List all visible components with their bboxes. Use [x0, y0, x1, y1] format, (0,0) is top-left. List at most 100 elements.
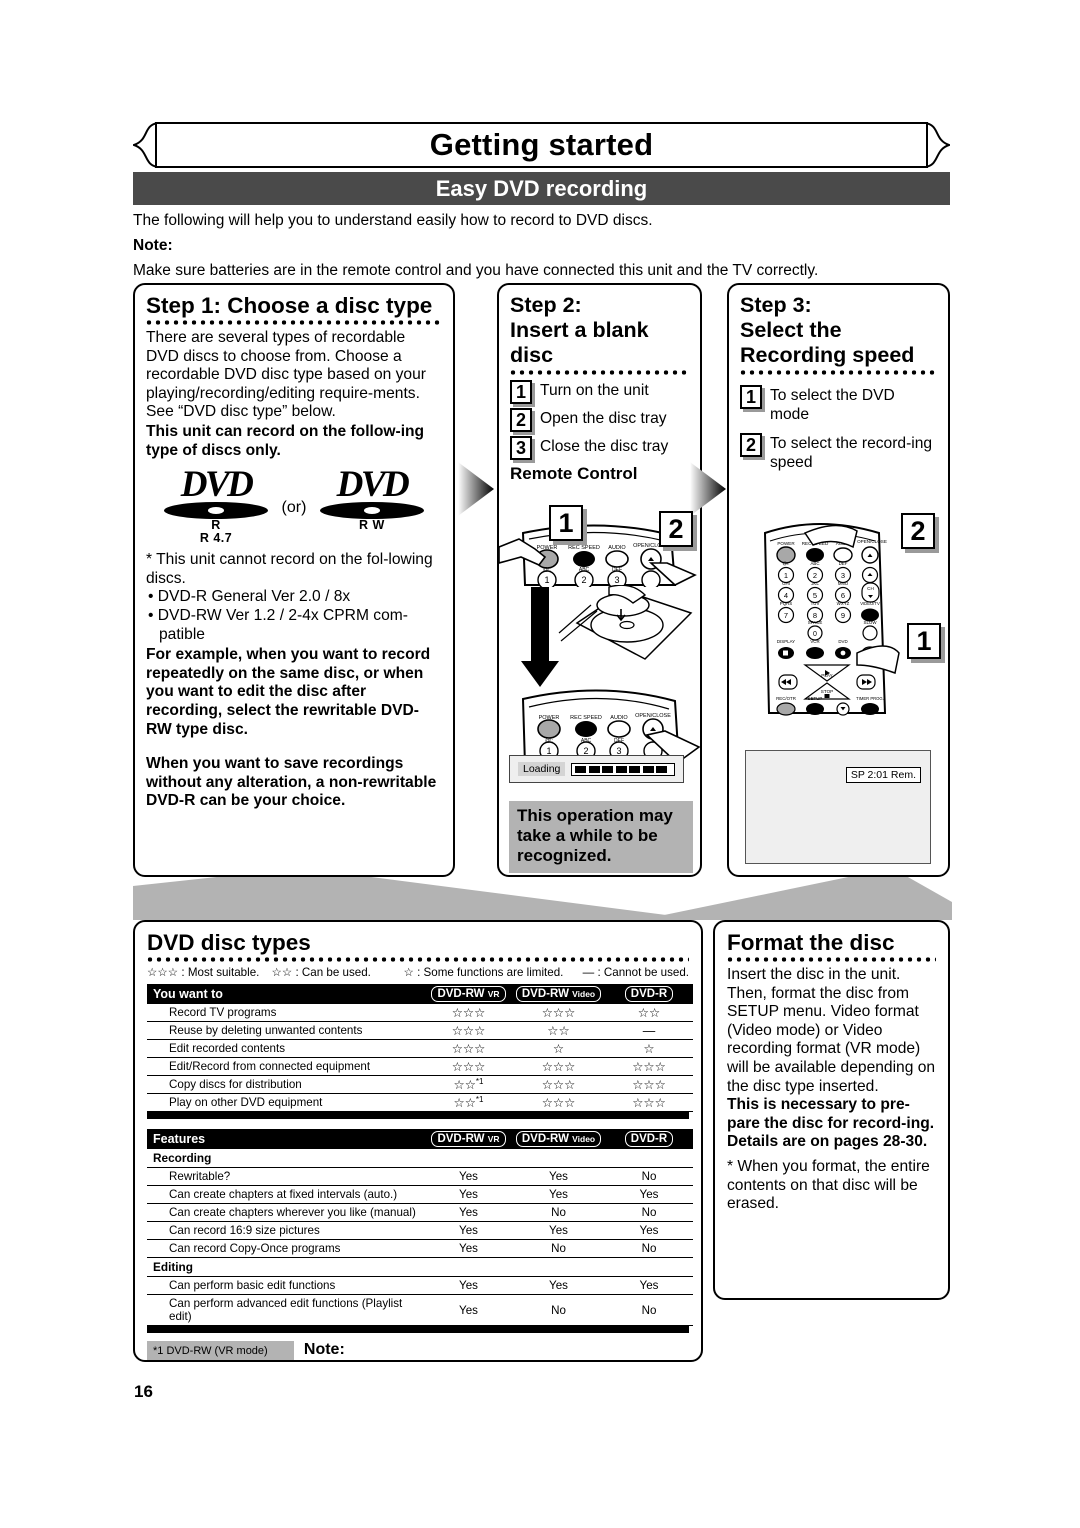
disc-badge-dvd-rw-vr: DVD-RW VR: [431, 986, 506, 1002]
value-cell: No: [641, 1242, 657, 1255]
disc-tray-illustration: [521, 585, 693, 687]
table-col-header-3: DVD-R: [605, 1129, 693, 1149]
row-label: Play on other DVD equipment: [169, 1096, 323, 1109]
svg-text:POWER: POWER: [537, 545, 558, 551]
rating-cell: —: [642, 1023, 656, 1038]
step-2-item-1: 1 Turn on the unit: [510, 380, 689, 404]
svg-text:AUDIO: AUDIO: [608, 545, 626, 551]
svg-text:1: 1: [784, 571, 788, 580]
footnote-area: *1 DVD-RW (VR mode) can only be played o…: [147, 1341, 689, 1360]
svg-text:DVD: DVD: [838, 639, 847, 644]
rating-cell: ☆☆☆: [541, 1006, 576, 1020]
intro-line: The following will help you to understan…: [133, 212, 653, 229]
note-text: For details of the above functions and i…: [304, 1359, 689, 1360]
table-col-header-1: DVD-RW VR: [425, 1129, 512, 1149]
dvd-r-logo-sub2: R 4.7: [199, 531, 233, 546]
table-row: Record TV programs ☆☆☆ ☆☆☆ ☆☆: [147, 1004, 693, 1022]
svg-text:SPACE: SPACE: [808, 620, 823, 625]
table-bottom-bar: [147, 1326, 689, 1333]
progress-segment: [602, 765, 614, 773]
svg-text:ABC: ABC: [581, 738, 592, 744]
loading-bar-row: Loading: [518, 762, 675, 776]
format-the-disc-box: Format the disc Insert the disc in the u…: [713, 920, 950, 1300]
table-row: Can perform basic edit functions Yes Yes…: [147, 1277, 693, 1295]
rating-cell: ☆☆☆: [541, 1078, 576, 1092]
table-row: Can record Copy-Once programs Yes No No: [147, 1240, 693, 1258]
progress-segment: [615, 765, 627, 773]
svg-text:8: 8: [813, 611, 817, 620]
svg-text:2: 2: [813, 571, 817, 580]
manual-page: Getting started Easy DVD recording The f…: [0, 0, 1080, 1528]
value-cell: Yes: [639, 1224, 659, 1237]
table-header-row: Features DVD-RW VR DVD-RW Video DVD-R: [147, 1129, 693, 1149]
table-row: Can record 16:9 size pictures Yes Yes Ye…: [147, 1222, 693, 1240]
svg-text:REC SPEED: REC SPEED: [568, 545, 600, 551]
svg-text:TUV: TUV: [811, 601, 820, 606]
features-table: Features DVD-RW VR DVD-RW Video DVD-R Re…: [147, 1129, 693, 1326]
step-item-text: To select the record-ing speed: [770, 435, 933, 471]
step-1-paragraph-2: This unit can record on the follow-ing t…: [146, 422, 425, 459]
format-disc-heading: Format the disc: [727, 930, 895, 955]
progress-segment: [575, 765, 587, 773]
value-cell: Yes: [459, 1279, 478, 1292]
disc-badge-dvd-r: DVD-R: [624, 986, 674, 1002]
callout-badge-2: 2: [659, 511, 693, 547]
remote-control-label: Remote Control: [510, 464, 638, 483]
svg-text:@!:: @!:: [545, 738, 553, 744]
step-number-badge: 1: [510, 380, 532, 404]
value-cell: Yes: [549, 1279, 568, 1292]
loading-label: Loading: [518, 762, 566, 776]
rating-cell: ☆☆☆: [632, 1060, 666, 1074]
value-cell: No: [551, 1242, 566, 1255]
row-label: Record TV programs: [169, 1006, 277, 1019]
value-cell: No: [641, 1206, 657, 1219]
progress-segment: [642, 765, 654, 773]
callout-badge-1: 1: [549, 505, 583, 541]
step-number-badge: 3: [510, 436, 532, 460]
svg-text:ABC: ABC: [810, 561, 819, 566]
or-label: (or): [281, 499, 307, 517]
step-3-heading-line2: Select the: [740, 318, 842, 342]
svg-text:1: 1: [544, 575, 549, 585]
format-disc-paragraph-3: * When you format, the entire contents o…: [727, 1157, 930, 1213]
dvd-logo-word: DVD: [180, 464, 254, 506]
svg-text:POWER: POWER: [539, 715, 560, 721]
step-3-heading-line1: Step 3:: [740, 293, 812, 317]
svg-text:5: 5: [813, 591, 817, 600]
banner-box: Getting started: [155, 122, 928, 168]
svg-text:2: 2: [581, 575, 586, 585]
disc-badge-dvd-r: DVD-R: [624, 1131, 674, 1147]
dvd-rw-logo-sub1: R W: [359, 518, 385, 533]
step-3-item-1: 1 To select the DVD mode: [740, 385, 937, 424]
dotted-divider: [510, 369, 689, 376]
svg-text:OPEN/CLOSE: OPEN/CLOSE: [857, 539, 887, 544]
value-cell: Yes: [459, 1224, 478, 1237]
rating-cell: ☆: [643, 1042, 655, 1056]
svg-text:@!:: @!:: [543, 567, 551, 573]
rating-cell: ☆☆☆: [632, 1078, 666, 1092]
step-item-text: Open the disc tray: [540, 410, 667, 427]
footnote-marker: *1: [475, 1095, 484, 1105]
remote-control-illustration: POWER REC SPEED AUDIO OPEN/CLOSE 1 2 3 @…: [763, 523, 900, 716]
step-1-box: Step 1: Choose a disc type There are sev…: [133, 283, 455, 877]
svg-text:7: 7: [784, 611, 788, 620]
value-cell: Yes: [639, 1279, 659, 1292]
row-label: Can record Copy-Once programs: [169, 1242, 341, 1255]
table-row: Copy discs for distribution ☆☆*1 ☆☆☆ ☆☆☆: [147, 1076, 693, 1094]
table-col-header-2: DVD-RW Video: [512, 1129, 605, 1149]
step-number-badge: 1: [740, 385, 762, 409]
value-cell: Yes: [549, 1188, 568, 1201]
svg-text:ABC: ABC: [579, 567, 590, 573]
disc-logo-row: DVD R R 4.7 (or) DVD R W: [146, 464, 442, 546]
row-label: Can create chapters wherever you like (m…: [169, 1206, 416, 1219]
tv-screen-panel: SP 2:01 Rem.: [745, 750, 931, 864]
svg-text:4: 4: [784, 591, 788, 600]
callout-badge-1: 1: [907, 623, 941, 659]
svg-text:GHI: GHI: [782, 581, 790, 586]
step-number-badge: 2: [740, 433, 762, 457]
svg-text:PQRS: PQRS: [780, 601, 793, 606]
table-row: Rewritable? Yes Yes No: [147, 1168, 693, 1186]
table-header-row: You want to DVD-RW VR DVD-RW Video DVD-R: [147, 984, 693, 1004]
intro-block: The following will help you to understan…: [133, 211, 953, 286]
dotted-divider: [727, 956, 936, 963]
